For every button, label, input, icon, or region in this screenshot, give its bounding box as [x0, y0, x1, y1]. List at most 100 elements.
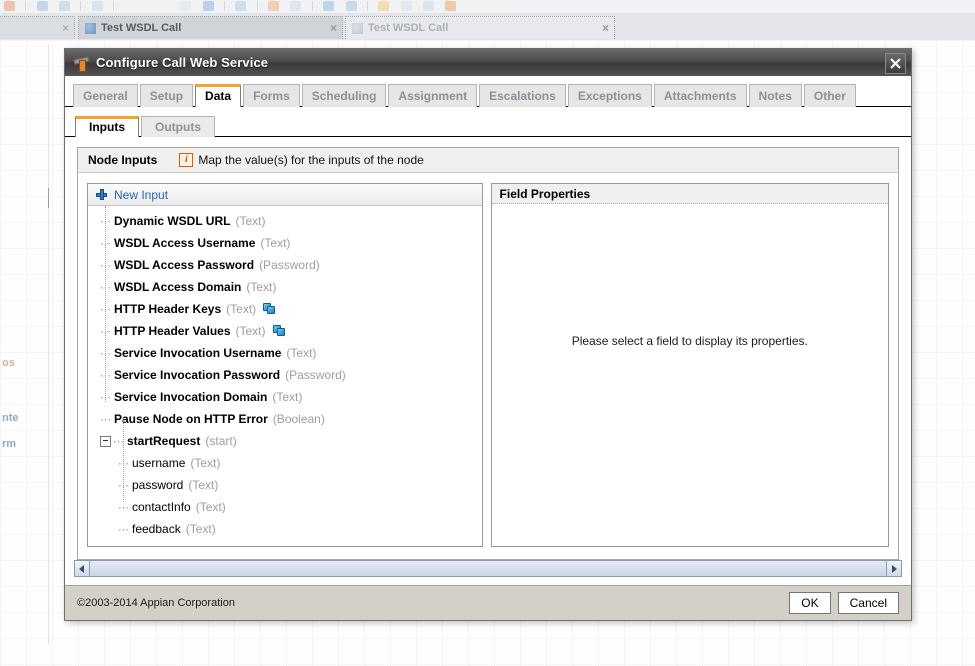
tree-elbow-icon: ⋯	[100, 391, 111, 404]
tree-node[interactable]: ⋯ password (Text)	[88, 474, 482, 496]
background-text-fragment: rm	[2, 438, 17, 450]
tab-outputs[interactable]: Outputs	[141, 116, 215, 137]
close-icon[interactable]: ×	[62, 21, 69, 35]
tab-assignment[interactable]: Assignment	[388, 84, 478, 107]
panes-container: New Input ⋯ Dynamic WSDL URL (Text) ⋯ WSDL A…	[78, 173, 898, 559]
tree-node[interactable]: ⋯ Dynamic WSDL URL (Text)	[88, 210, 482, 232]
toolbar-icon	[36, 1, 48, 11]
tree-node-type: (Password)	[285, 368, 346, 382]
tree-node[interactable]: ⋯ WSDL Access Password (Password)	[88, 254, 482, 276]
background-toolbar	[0, 0, 975, 13]
field-properties-pane: Field Properties Please select a field t…	[490, 183, 889, 547]
toolbar-icon	[400, 1, 412, 11]
tab-general[interactable]: General	[73, 84, 138, 107]
tree-node[interactable]: ⋯ HTTP Header Keys (Text)	[88, 298, 482, 320]
node-inputs-group: Node Inputs i Map the value(s) for the i…	[77, 147, 899, 560]
field-properties-header: Field Properties	[491, 184, 888, 204]
collapse-icon[interactable]	[100, 435, 111, 447]
dialog-title-bar: Configure Call Web Service	[65, 49, 911, 76]
tree-node[interactable]: ⋯ Service Invocation Password (Password)	[88, 364, 482, 386]
background-browser-tab[interactable]: Test WSDL Call ×	[345, 16, 615, 39]
node-inputs-header: Node Inputs i Map the value(s) for the i…	[78, 148, 898, 173]
cancel-button[interactable]: Cancel	[837, 592, 899, 614]
tree-elbow-icon: ⋯	[100, 237, 111, 250]
background-left-rule-dark	[48, 188, 49, 208]
dialog-content: Node Inputs i Map the value(s) for the i…	[65, 137, 911, 560]
tree-node-type: (Text)	[286, 346, 317, 360]
tree-node-name: WSDL Access Domain	[114, 280, 242, 294]
tree-node[interactable]: ⋯ Pause Node on HTTP Error (Boolean)	[88, 408, 482, 430]
dialog-footer: ©2003-2014 Appian Corporation OK Cancel	[65, 585, 911, 620]
tree-node-type: (Text)	[260, 236, 291, 250]
tree-elbow-icon: ⋯	[100, 325, 111, 338]
tree-node-type: (Text)	[190, 456, 221, 470]
tab-other[interactable]: Other	[803, 84, 856, 107]
horizontal-scrollbar[interactable]	[74, 560, 902, 577]
toolbar-icon	[59, 1, 71, 11]
toolbar-separator	[25, 1, 27, 11]
scroll-right-arrow-icon[interactable]	[886, 561, 901, 576]
dialog-title: Configure Call Web Service	[96, 55, 269, 70]
background-browser-tab[interactable]: ×	[0, 16, 75, 39]
tree-node[interactable]: ⋯ contactInfo (Text)	[88, 496, 482, 518]
background-browser-tab-active[interactable]: Test WSDL Call ×	[78, 16, 343, 39]
background-left-rule	[48, 44, 49, 644]
tree-node-name: username	[132, 456, 186, 470]
tree-node-name: Service Invocation Username	[114, 346, 282, 360]
tree-elbow-icon: ⋯	[113, 435, 124, 448]
info-icon: i	[179, 153, 194, 167]
tree-elbow-icon: ⋯	[100, 281, 111, 294]
toolbar-icon	[202, 1, 214, 11]
tree-node[interactable]: ⋯ WSDL Access Username (Text)	[88, 232, 482, 254]
configure-call-web-service-dialog: Configure Call Web Service General Setup…	[64, 48, 912, 621]
tree-node[interactable]: ⋯ Service Invocation Domain (Text)	[88, 386, 482, 408]
toolbar-icon	[290, 1, 302, 11]
new-input-label[interactable]: New Input	[114, 188, 168, 202]
tree-node-type: (Text)	[246, 280, 277, 294]
tree-node-name: contactInfo	[132, 500, 191, 514]
toolbar-icon	[323, 1, 335, 11]
close-icon[interactable]	[885, 53, 906, 74]
tab-scheduling[interactable]: Scheduling	[301, 84, 387, 107]
field-properties-empty-message: Please select a field to display its pro…	[571, 334, 808, 348]
toolbar-separator	[113, 1, 115, 11]
tab-escalations[interactable]: Escalations	[479, 84, 566, 107]
tree-node-name: Dynamic WSDL URL	[114, 214, 231, 228]
scrollbar-thumb[interactable]	[90, 561, 886, 576]
tree-node-name: HTTP Header Keys	[114, 302, 222, 316]
background-tab-strip: × Test WSDL Call × Test WSDL Call ×	[0, 13, 975, 40]
tab-inputs[interactable]: Inputs	[75, 116, 139, 137]
screen: × Test WSDL Call × Test WSDL Call × os n…	[0, 0, 975, 666]
tab-notes[interactable]: Notes	[748, 84, 802, 107]
toolbar-icon	[235, 1, 247, 11]
new-input-row[interactable]: New Input	[88, 184, 482, 206]
tree-node[interactable]: ⋯ WSDL Access Domain (Text)	[88, 276, 482, 298]
tree-elbow-icon: ⋯	[100, 413, 111, 426]
ok-button[interactable]: OK	[789, 592, 831, 614]
tab-setup[interactable]: Setup	[139, 84, 194, 107]
tree-node[interactable]: ⋯ feedback (Text)	[88, 518, 482, 540]
tree-node-type: (Password)	[259, 258, 320, 272]
tree-elbow-icon: ⋯	[100, 347, 111, 360]
tree-elbow-icon: ⋯	[100, 215, 111, 228]
tree-node-name: Pause Node on HTTP Error	[114, 412, 268, 426]
close-icon[interactable]: ×	[330, 21, 337, 35]
tab-forms[interactable]: Forms	[243, 84, 300, 107]
tree-node-type: (Text)	[272, 390, 303, 404]
tab-exceptions[interactable]: Exceptions	[567, 84, 652, 107]
tree-node[interactable]: ⋯ startRequest (start)	[88, 430, 482, 452]
tree-elbow-icon: ⋯	[118, 501, 129, 514]
scroll-left-arrow-icon[interactable]	[75, 561, 90, 576]
close-icon[interactable]: ×	[602, 21, 609, 35]
favicon-icon	[352, 22, 363, 34]
toolbar-icon	[268, 1, 280, 11]
inputs-tree: ⋯ Dynamic WSDL URL (Text) ⋯ WSDL Access User…	[88, 206, 482, 540]
tree-node[interactable]: ⋯ username (Text)	[88, 452, 482, 474]
tree-node-type: (Text)	[195, 500, 226, 514]
tree-node-type: (Boolean)	[272, 412, 325, 426]
tab-attachments[interactable]: Attachments	[653, 84, 747, 107]
tree-node-name: WSDL Access Username	[114, 236, 256, 250]
tab-data[interactable]: Data	[195, 84, 242, 107]
tree-node[interactable]: ⋯ Service Invocation Username (Text)	[88, 342, 482, 364]
tree-node[interactable]: ⋯ HTTP Header Values (Text)	[88, 320, 482, 342]
